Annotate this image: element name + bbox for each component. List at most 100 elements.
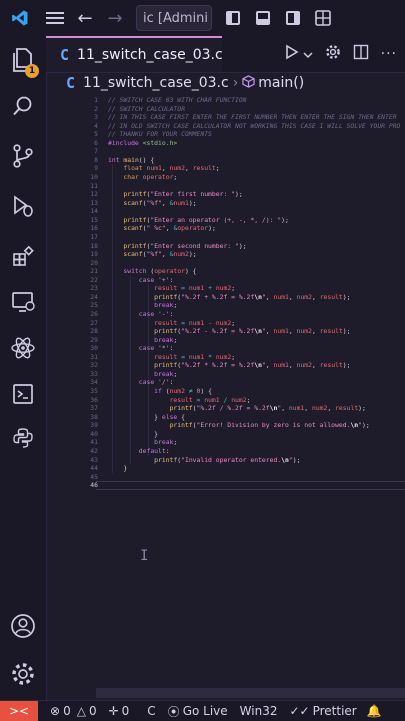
code-line[interactable]: case '-': bbox=[108, 310, 174, 319]
language-mode[interactable]: C bbox=[147, 704, 155, 718]
toggle-primary-sidebar-icon[interactable] bbox=[218, 0, 248, 36]
ports-indicator[interactable]: ✛ 0 bbox=[109, 704, 130, 718]
chevron-down-icon[interactable] bbox=[303, 45, 313, 64]
line-number: 25 bbox=[90, 301, 98, 310]
extensions-icon[interactable] bbox=[0, 236, 46, 276]
line-number: 14 bbox=[90, 207, 98, 216]
code-line[interactable]: printf("Error! Division by zero is not a… bbox=[108, 421, 370, 430]
code-line[interactable]: result = num1 / num2; bbox=[108, 396, 251, 405]
code-line[interactable]: } else { bbox=[108, 413, 185, 422]
code-line[interactable]: } bbox=[108, 464, 127, 473]
remote-indicator[interactable]: >< bbox=[0, 701, 38, 721]
code-line[interactable]: printf("%.2f - %.2f = %.2f\n", num1, num… bbox=[108, 327, 350, 336]
tab-11-switch-case-03[interactable]: C 11_switch_case_03.c bbox=[46, 36, 223, 72]
breadcrumb-c-file-icon: C bbox=[66, 74, 76, 92]
notifications-bell-icon[interactable]: 🔔 bbox=[367, 704, 382, 718]
code-line[interactable]: // SWITCH CASE 03 WITH CHAR FUNCTION bbox=[108, 96, 247, 105]
line-number: 45 bbox=[90, 472, 98, 481]
search-icon[interactable] bbox=[0, 86, 46, 126]
toggle-panel-icon[interactable] bbox=[248, 0, 278, 36]
line-number: 1 bbox=[94, 96, 98, 104]
code-line[interactable]: // THANKU FOR YOUR COMMENTS bbox=[108, 130, 212, 139]
platform-indicator[interactable]: Win32 bbox=[240, 704, 278, 718]
breadcrumb-symbol[interactable]: main() bbox=[258, 75, 304, 91]
vscode-logo-icon bbox=[0, 0, 40, 36]
code-line[interactable]: case '*': bbox=[108, 344, 174, 353]
code-line[interactable]: result = num1 + num2; bbox=[108, 284, 235, 293]
more-actions-icon[interactable]: ··· bbox=[381, 46, 397, 62]
explorer-icon[interactable]: 1 bbox=[0, 40, 46, 80]
line-number: 43 bbox=[90, 455, 98, 464]
code-line[interactable]: printf("%.2f + %.2f = %.2f\n", num1, num… bbox=[108, 293, 350, 302]
code-line[interactable]: break; bbox=[108, 438, 177, 447]
split-editor-icon[interactable] bbox=[353, 44, 369, 64]
back-arrow-icon[interactable]: ← bbox=[70, 0, 100, 36]
python-icon[interactable] bbox=[0, 418, 46, 458]
code-line[interactable]: default: bbox=[108, 447, 170, 456]
code-line[interactable]: // IN OLD SWITCH CASE CALCULATOR NOT WOR… bbox=[108, 122, 400, 131]
code-line[interactable]: // SWITCH CALCULATOR bbox=[108, 105, 185, 114]
react-icon[interactable] bbox=[0, 328, 46, 368]
command-center-search[interactable]: ic [Admini bbox=[136, 5, 212, 31]
code-line[interactable]: case '+': bbox=[108, 276, 174, 285]
line-number: 13 bbox=[90, 198, 98, 207]
settings-gear-icon[interactable] bbox=[0, 654, 46, 694]
code-line[interactable]: switch (operator) { bbox=[108, 267, 196, 276]
code-line[interactable]: scanf("%f", &num1); bbox=[108, 199, 196, 208]
horizontal-scrollbar[interactable] bbox=[96, 688, 405, 698]
code-line[interactable]: case '/': bbox=[108, 378, 174, 387]
customize-layout-icon[interactable] bbox=[308, 0, 338, 36]
line-number: 9 bbox=[94, 164, 98, 173]
problems-indicator[interactable]: ⊗ 0 △ 0 bbox=[50, 704, 97, 718]
line-number: 27 bbox=[90, 318, 98, 327]
toggle-secondary-sidebar-icon[interactable] bbox=[278, 0, 308, 36]
code-editor[interactable]: 1 // SWITCH CASE 03 WITH CHAR FUNCTION 2 //… bbox=[46, 94, 405, 700]
line-number: 35 bbox=[90, 387, 98, 396]
code-line[interactable]: printf("Enter second number: "); bbox=[108, 242, 246, 251]
run-debug-icon[interactable] bbox=[0, 186, 46, 226]
line-number: 2 bbox=[94, 104, 98, 113]
line-number: 22 bbox=[90, 275, 98, 284]
code-line[interactable]: #include <stdio.h> bbox=[108, 139, 177, 148]
accounts-icon[interactable] bbox=[0, 606, 46, 646]
code-line[interactable]: // IN THIS CASE FIRST ENTER THE FIRST NU… bbox=[108, 113, 397, 122]
code-line[interactable]: } bbox=[108, 430, 158, 439]
code-line[interactable]: break; bbox=[108, 336, 177, 345]
code-line[interactable]: printf("%.2f * %.2f = %.2f\n", num1, num… bbox=[108, 361, 350, 370]
notification-badge: 1 bbox=[25, 64, 39, 78]
line-number: 17 bbox=[90, 232, 98, 241]
run-play-icon[interactable] bbox=[285, 44, 299, 64]
line-number: 21 bbox=[90, 267, 98, 276]
code-line[interactable]: printf("Enter first number: "); bbox=[108, 190, 242, 199]
prettier-indicator[interactable]: ✓✓ Prettier bbox=[289, 704, 356, 718]
activity-bar: 1 bbox=[0, 36, 47, 700]
line-number: 28 bbox=[90, 327, 98, 336]
code-line[interactable]: result = num1 - num2; bbox=[108, 319, 235, 328]
code-line[interactable]: printf("Enter an operator (+, -, *, /): … bbox=[108, 216, 288, 225]
code-line[interactable]: scanf("%f", &num2); bbox=[108, 250, 196, 259]
gear-icon[interactable] bbox=[325, 44, 341, 64]
line-number: 41 bbox=[90, 438, 98, 447]
go-live-button[interactable]: ⦿ Go Live bbox=[168, 703, 228, 720]
code-line[interactable]: int main() { bbox=[108, 156, 154, 165]
line-number: 12 bbox=[90, 190, 98, 199]
code-line[interactable]: if (num2 ≠ 0) { bbox=[108, 387, 212, 396]
terminal-icon[interactable] bbox=[0, 374, 46, 414]
forward-arrow-icon[interactable]: → bbox=[100, 0, 130, 36]
broadcast-icon: ⦿ bbox=[167, 704, 180, 719]
code-line[interactable]: break; bbox=[108, 370, 177, 379]
code-line[interactable]: printf("%.2f / %.2f = %.2f\n", num1, num… bbox=[108, 404, 366, 413]
breadcrumb-file[interactable]: 11_switch_case_03.c bbox=[83, 75, 229, 91]
remote-explorer-icon[interactable] bbox=[0, 282, 46, 322]
code-line[interactable]: scanf(" %c", &operator); bbox=[108, 224, 215, 233]
code-line[interactable]: char operator; bbox=[108, 173, 177, 182]
line-number: 11 bbox=[90, 181, 98, 190]
code-line[interactable]: result = num1 * num2; bbox=[108, 353, 235, 362]
menu-icon[interactable] bbox=[40, 0, 70, 36]
code-line[interactable]: break; bbox=[108, 301, 177, 310]
line-number: 38 bbox=[90, 412, 98, 421]
code-line[interactable]: printf("Invalid operator entered.\n"); bbox=[108, 456, 300, 465]
code-line[interactable]: float num1, num2, result; bbox=[108, 164, 219, 173]
source-control-icon[interactable] bbox=[0, 136, 46, 176]
line-number: 31 bbox=[90, 352, 98, 361]
